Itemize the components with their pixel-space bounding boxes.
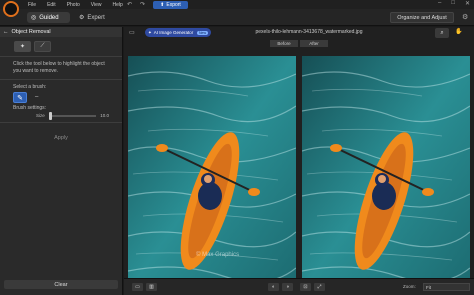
folder-icon[interactable]: ▭ [129, 29, 135, 36]
organize-adjust-button[interactable]: Organize and Adjust [390, 12, 454, 23]
divider [0, 122, 122, 123]
brush-add-button[interactable]: ✎ [13, 92, 27, 103]
fit-icon[interactable]: ⊡ [300, 283, 311, 291]
brightness-icon[interactable]: ◑ [282, 283, 293, 291]
workspace: ▭ ✦ AI Image Generator New pexels-thilo-… [124, 27, 474, 295]
eraser-tool[interactable]: ⟋ [34, 41, 51, 52]
hand-tool-icon[interactable]: ✋ [455, 28, 462, 35]
menu-bar: File Edit Photo View Help [28, 2, 123, 8]
menu-file[interactable]: File [28, 2, 36, 8]
window-controls: – □ ✕ [438, 0, 470, 7]
zoom-tool-icon[interactable]: ⌕ [435, 28, 449, 38]
export-icon: ⬆ [160, 2, 165, 8]
title-bar: File Edit Photo View Help ↶ ↷ ⬆ Export –… [0, 0, 474, 17]
kayak-photo [302, 56, 470, 291]
panel-header: ← Object Removal [0, 27, 122, 37]
brush-subtract-button[interactable]: − [31, 92, 42, 103]
app-logo [3, 1, 19, 17]
brush-row: ✎ − [0, 90, 122, 105]
size-label: Size [36, 113, 45, 118]
before-after-labels: Before After [270, 40, 328, 47]
ai-image-generator-button[interactable]: ✦ AI Image Generator New [145, 28, 211, 37]
bottom-bar: ▭ ▥ ◐ ◑ ⊡ ⤢ Zoom: Fit [124, 278, 474, 295]
instructions-text: Click the tool below to highlight the ob… [13, 61, 105, 74]
mode-bar: ◎ Guided ⚙ Expert Organize and Adjust ⚙ [0, 9, 474, 26]
divider [0, 56, 122, 57]
smart-brush-tool[interactable]: ✦ [14, 41, 31, 52]
back-arrow-icon[interactable]: ← [3, 29, 9, 35]
compare-icon[interactable]: ◐ [268, 283, 279, 291]
divider [0, 79, 122, 80]
size-row: Size 10.0 [0, 111, 122, 120]
close-icon[interactable]: ✕ [465, 0, 470, 7]
ai-icon: ✦ [148, 29, 152, 35]
left-panel: ← Object Removal ✦ ⟋ Click the tool belo… [0, 27, 123, 295]
slider-knob[interactable] [48, 111, 52, 120]
single-view-button[interactable]: ▭ [132, 283, 143, 291]
size-slider[interactable] [48, 111, 97, 120]
clear-button[interactable]: Clear [4, 280, 118, 289]
maximize-icon[interactable]: □ [451, 0, 455, 7]
expand-icon[interactable]: ⤢ [314, 283, 325, 291]
undo-icon[interactable]: ↶ [127, 1, 132, 8]
zoom-select[interactable]: Fit [423, 283, 470, 291]
before-image: © Max Graphics [128, 56, 296, 291]
menu-photo[interactable]: Photo [67, 2, 80, 8]
workspace-toolbar: ▭ ✦ AI Image Generator New pexels-thilo-… [124, 27, 474, 39]
guided-mode-button[interactable]: ◎ Guided [27, 12, 70, 23]
expert-icon: ⚙ [79, 15, 85, 21]
export-button[interactable]: ⬆ Export [153, 1, 188, 9]
size-value: 10.0 [100, 113, 109, 118]
menu-edit[interactable]: Edit [47, 2, 56, 8]
new-badge: New [196, 30, 208, 35]
before-label: Before [270, 40, 298, 47]
after-image [302, 56, 470, 291]
expert-mode-button[interactable]: ⚙ Expert [79, 12, 105, 23]
redo-icon[interactable]: ↷ [140, 1, 145, 8]
zoom-label: Zoom: [403, 284, 416, 289]
menu-view[interactable]: View [91, 2, 102, 8]
watermark-text: © Max Graphics [196, 252, 240, 258]
file-name: pexels-thilo-lehmann-3413678_watermarked… [255, 29, 363, 35]
minimize-icon[interactable]: – [438, 0, 441, 7]
tool-row: ✦ ⟋ [0, 37, 122, 52]
menu-help[interactable]: Help [113, 2, 123, 8]
app-window: File Edit Photo View Help ↶ ↷ ⬆ Export –… [0, 0, 474, 295]
settings-icon[interactable]: ⚙ [462, 13, 468, 21]
after-label: After [300, 40, 328, 47]
guided-icon: ◎ [31, 15, 37, 21]
split-view-button[interactable]: ▥ [146, 283, 157, 291]
apply-button[interactable]: Apply [25, 133, 97, 143]
